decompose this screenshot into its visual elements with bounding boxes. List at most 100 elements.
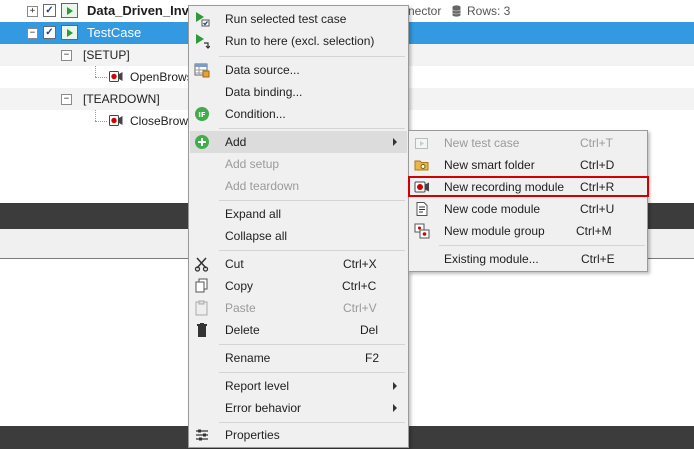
menu-item-rename[interactable]: Rename F2	[190, 347, 407, 369]
collapse-icon[interactable]: −	[27, 28, 38, 39]
connector-label: nector	[408, 4, 442, 18]
tree-item-label: Data_Driven_Inval	[87, 3, 200, 18]
code-module-icon	[414, 201, 430, 217]
folder-icon	[414, 157, 430, 173]
checkbox-icon[interactable]: ✓	[43, 26, 56, 39]
menu-item-shortcut: Ctrl+X	[343, 257, 377, 271]
context-menu: Run selected test case Run to here (excl…	[188, 5, 409, 448]
database-icon	[452, 5, 461, 20]
recording-module-icon	[109, 115, 123, 126]
condition-icon: IF	[194, 106, 210, 122]
menu-item-condition[interactable]: IF Condition...	[190, 103, 407, 125]
menu-item-label: Add setup	[225, 157, 280, 171]
tree-item-label: CloseBrows	[130, 114, 195, 128]
menu-item-add-teardown[interactable]: Add teardown	[190, 175, 407, 197]
menu-item-label: Data source...	[225, 63, 300, 77]
submenu-item-new-test-case[interactable]: New test case Ctrl+T	[410, 132, 646, 154]
menu-item-shortcut: Ctrl+V	[343, 301, 377, 315]
menu-separator	[219, 128, 405, 129]
menu-item-delete[interactable]: Delete Del	[190, 319, 407, 341]
menu-item-label: New code module	[444, 202, 541, 216]
menu-item-label: Copy	[225, 279, 254, 293]
module-group-icon	[414, 223, 430, 239]
menu-item-data-binding[interactable]: Data binding...	[190, 81, 407, 103]
menu-item-shortcut: Ctrl+E	[581, 252, 615, 266]
tree-guide-line	[95, 110, 96, 121]
highlight-annotation	[408, 176, 649, 197]
paste-icon	[194, 300, 210, 316]
collapse-icon[interactable]: −	[61, 94, 72, 105]
submenu-item-new-smart-folder[interactable]: New smart folder Ctrl+D	[410, 154, 646, 176]
menu-item-run-selected[interactable]: Run selected test case	[190, 8, 407, 30]
menu-item-run-to-here[interactable]: Run to here (excl. selection)	[190, 30, 407, 52]
menu-item-expand-all[interactable]: Expand all	[190, 203, 407, 225]
menu-item-label: Condition...	[225, 107, 286, 121]
menu-item-label: Existing module...	[444, 252, 539, 266]
menu-item-label: Properties	[225, 428, 280, 442]
menu-item-label: Rename	[225, 351, 271, 365]
menu-item-shortcut: Ctrl+D	[580, 158, 615, 172]
scissors-icon	[194, 256, 210, 272]
tree-item-label: [SETUP]	[83, 48, 130, 62]
menu-separator	[219, 200, 405, 201]
menu-item-shortcut: F2	[365, 351, 380, 365]
menu-separator	[219, 56, 405, 57]
menu-item-shortcut: Ctrl+U	[580, 202, 615, 216]
menu-item-label: Run selected test case	[225, 12, 347, 26]
test-case-icon	[61, 3, 78, 18]
menu-item-shortcut: Ctrl+M	[576, 224, 612, 238]
menu-item-label: New test case	[444, 136, 520, 150]
menu-separator	[219, 372, 405, 373]
menu-item-add[interactable]: Add	[190, 131, 407, 153]
test-case-icon	[61, 25, 78, 40]
menu-item-label: Delete	[225, 323, 260, 337]
menu-item-label: Add teardown	[225, 179, 300, 193]
menu-separator	[219, 250, 405, 251]
menu-item-label: Error behavior	[225, 401, 302, 415]
add-icon	[194, 134, 210, 150]
tree-item-label: OpenBrows	[130, 70, 193, 84]
tree-item-label: [TEARDOWN]	[83, 92, 160, 106]
checkbox-icon[interactable]: ✓	[43, 4, 56, 17]
expand-icon[interactable]: +	[27, 6, 38, 17]
menu-item-label: New module group	[444, 224, 545, 238]
add-submenu: New test case Ctrl+T New smart folder Ct…	[408, 130, 648, 272]
menu-item-label: Collapse all	[225, 229, 288, 243]
svg-text:IF: IF	[198, 111, 206, 119]
submenu-arrow-icon	[393, 404, 397, 412]
collapse-icon[interactable]: −	[61, 50, 72, 61]
menu-item-label: Paste	[225, 301, 256, 315]
menu-item-label: Run to here (excl. selection)	[225, 34, 375, 48]
tree-guide-line	[95, 66, 96, 77]
menu-item-label: New smart folder	[444, 158, 535, 172]
menu-item-label: Report level	[225, 379, 290, 393]
menu-item-data-source[interactable]: Data source...	[190, 59, 407, 81]
submenu-item-existing-module[interactable]: Existing module... Ctrl+E	[410, 248, 646, 270]
menu-separator	[219, 344, 405, 345]
menu-item-collapse-all[interactable]: Collapse all	[190, 225, 407, 247]
tree-guide-line	[95, 77, 107, 78]
submenu-arrow-icon	[393, 382, 397, 390]
menu-item-cut[interactable]: Cut Ctrl+X	[190, 253, 407, 275]
menu-item-label: Expand all	[225, 207, 282, 221]
menu-item-copy[interactable]: Copy Ctrl+C	[190, 275, 407, 297]
tree-item-label: TestCase	[87, 25, 142, 40]
menu-separator	[439, 245, 645, 246]
menu-item-shortcut: Ctrl+C	[342, 279, 377, 293]
menu-item-report-level[interactable]: Report level	[190, 375, 407, 397]
menu-item-properties[interactable]: Properties	[190, 424, 407, 446]
submenu-item-new-code-module[interactable]: New code module Ctrl+U	[410, 198, 646, 220]
data-source-icon	[194, 62, 210, 78]
menu-item-add-setup[interactable]: Add setup	[190, 153, 407, 175]
run-selected-icon	[194, 11, 210, 27]
new-test-case-icon	[414, 135, 430, 151]
submenu-item-new-module-group[interactable]: New module group Ctrl+M	[410, 220, 646, 242]
menu-item-label: Cut	[225, 257, 244, 271]
menu-item-label: Data binding...	[225, 85, 303, 99]
rows-count-label: Rows: 3	[467, 4, 511, 18]
properties-icon	[194, 427, 210, 443]
tree-guide-line	[95, 121, 107, 122]
menu-item-error-behavior[interactable]: Error behavior	[190, 397, 407, 419]
menu-item-paste[interactable]: Paste Ctrl+V	[190, 297, 407, 319]
menu-item-shortcut: Del	[360, 323, 379, 337]
